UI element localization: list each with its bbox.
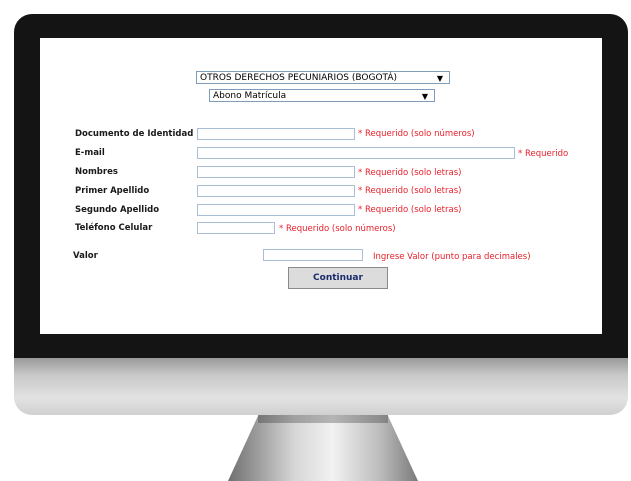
- second-surname-input[interactable]: [197, 204, 355, 216]
- names-label: Nombres: [75, 167, 118, 177]
- category-select[interactable]: OTROS DERECHOS PECUNIARIOS (BOGOTÁ) ▼: [196, 71, 450, 84]
- value-input[interactable]: [263, 249, 363, 261]
- phone-label: Teléfono Celular: [75, 223, 153, 233]
- concept-select-value: Abono Matrícula: [213, 91, 287, 101]
- screen: OTROS DERECHOS PECUNIARIOS (BOGOTÁ) ▼ Ab…: [40, 38, 602, 334]
- document-hint: * Requerido (solo números): [358, 129, 475, 139]
- email-hint: * Requerido: [518, 149, 569, 159]
- chevron-down-icon: ▼: [421, 92, 428, 101]
- phone-hint: * Requerido (solo números): [279, 224, 396, 234]
- concept-select[interactable]: Abono Matrícula ▼: [209, 89, 435, 102]
- chevron-down-icon: ▼: [436, 74, 443, 83]
- email-label: E-mail: [75, 148, 105, 158]
- value-hint: Ingrese Valor (punto para decimales): [373, 252, 531, 262]
- category-select-value: OTROS DERECHOS PECUNIARIOS (BOGOTÁ): [200, 73, 397, 83]
- monitor-stand: [228, 415, 418, 481]
- second-surname-label: Segundo Apellido: [75, 205, 160, 215]
- email-input[interactable]: [197, 147, 515, 159]
- monitor-chin: [14, 358, 628, 415]
- names-input[interactable]: [197, 166, 355, 178]
- names-hint: * Requerido (solo letras): [358, 168, 462, 178]
- document-label: Documento de Identidad: [75, 129, 194, 139]
- phone-input[interactable]: [197, 222, 275, 234]
- second-surname-hint: * Requerido (solo letras): [358, 205, 462, 215]
- value-label: Valor: [73, 251, 98, 261]
- document-input[interactable]: [197, 128, 355, 140]
- first-surname-label: Primer Apellido: [75, 186, 150, 196]
- continue-button[interactable]: Continuar: [288, 267, 388, 289]
- first-surname-hint: * Requerido (solo letras): [358, 186, 462, 196]
- first-surname-input[interactable]: [197, 185, 355, 197]
- stand-shadow: [258, 415, 388, 423]
